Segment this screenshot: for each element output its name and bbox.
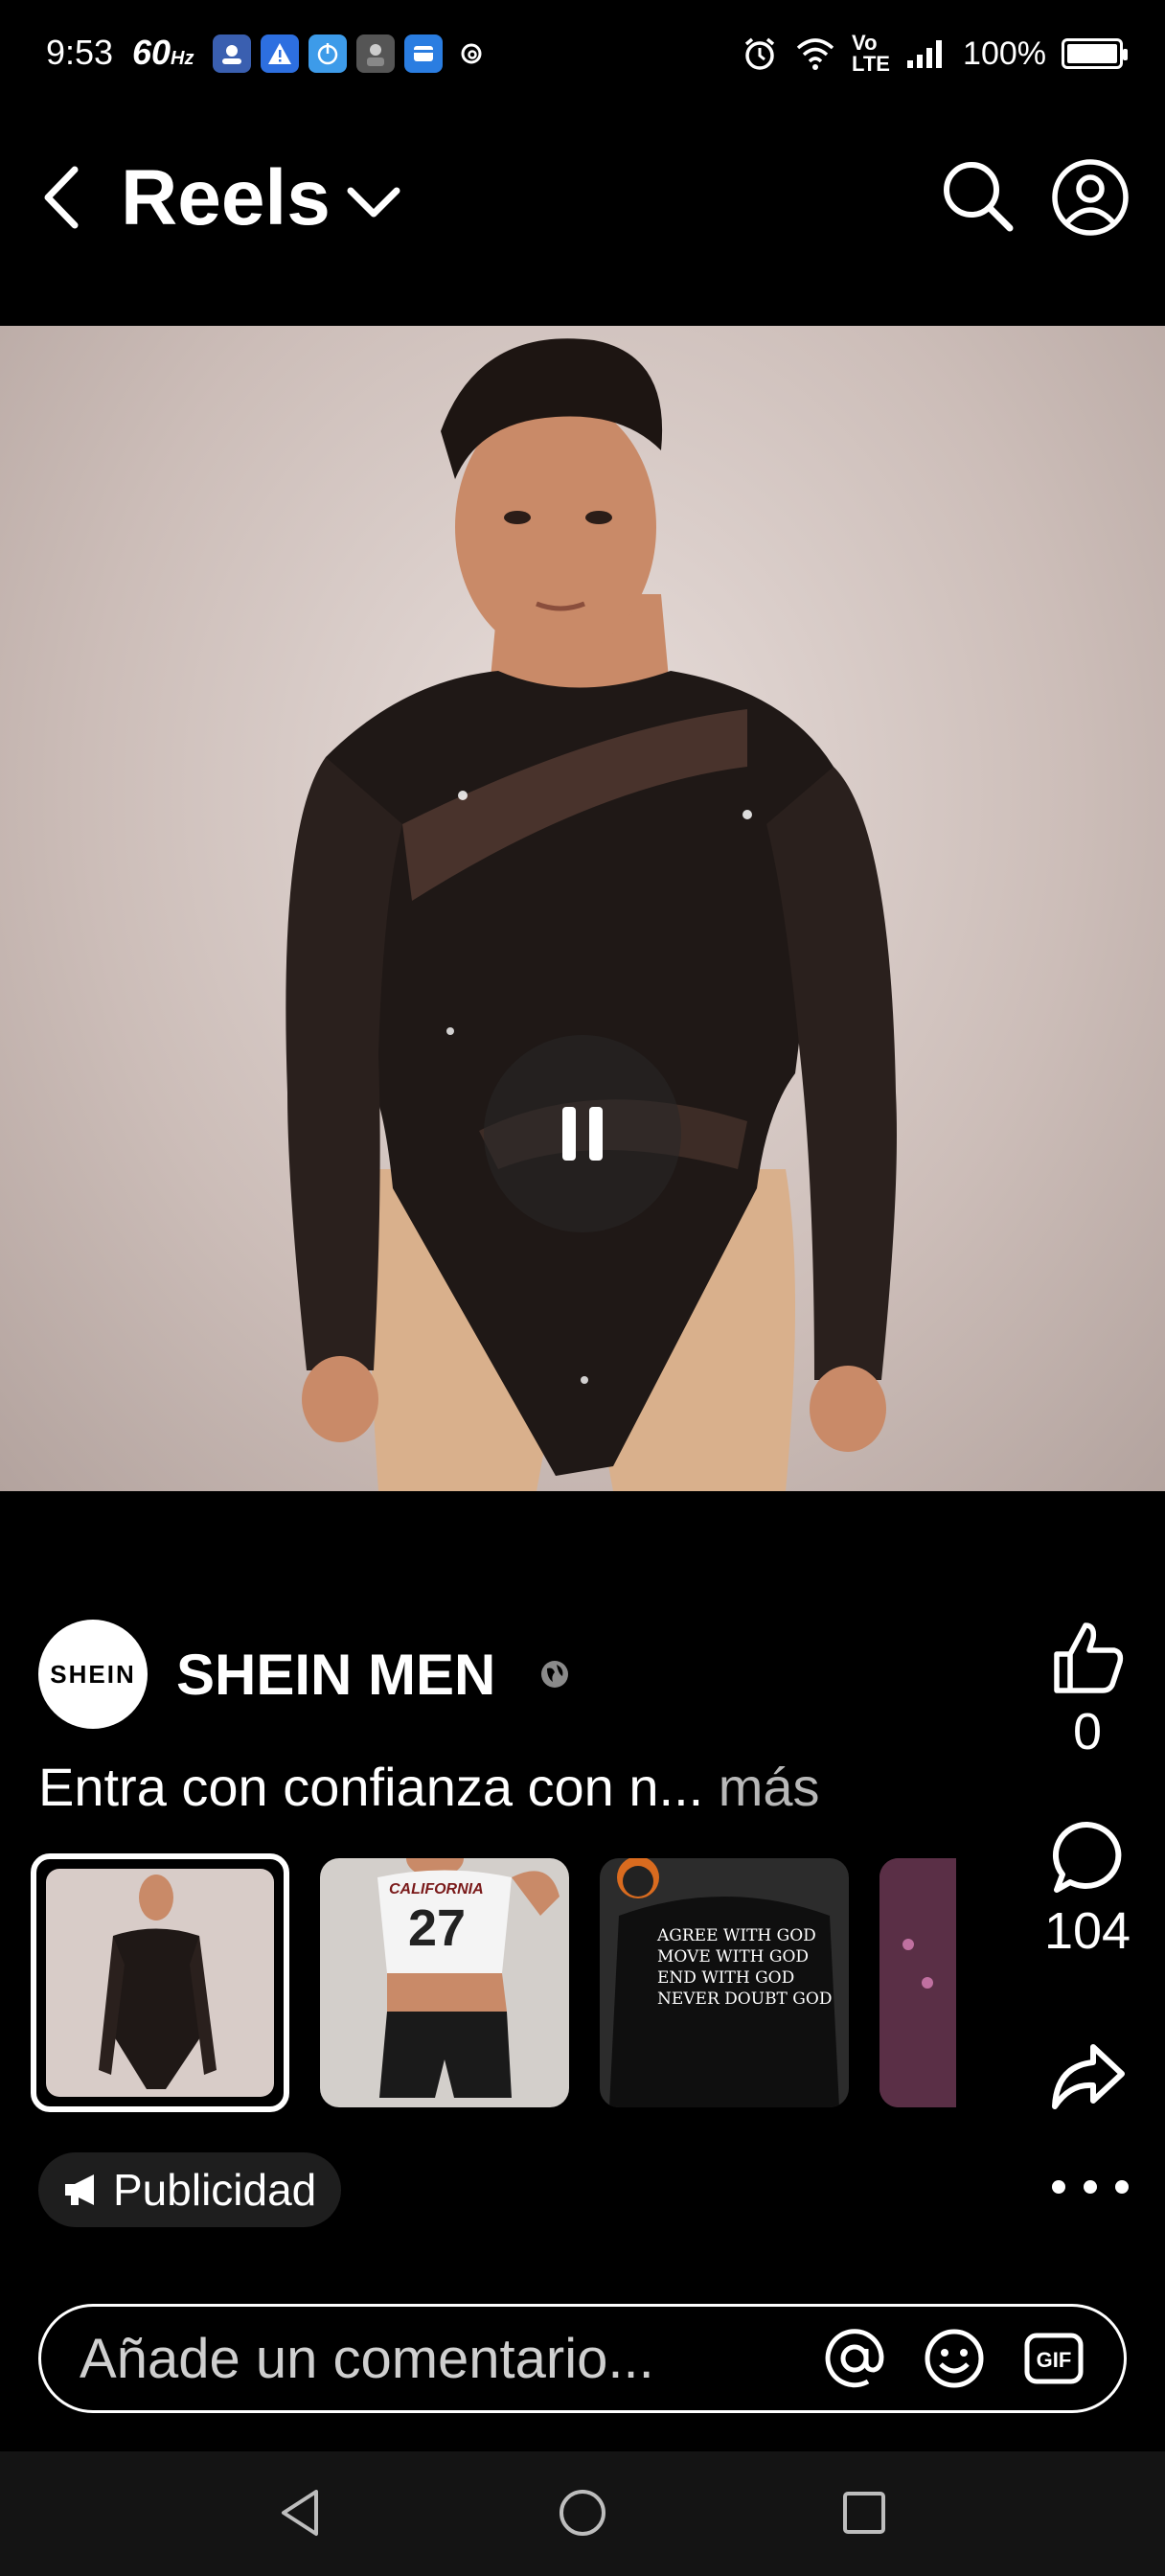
more-link[interactable]: más <box>719 1757 820 1817</box>
reels-header: Reels <box>0 134 1165 259</box>
comment-count: 104 <box>1043 1902 1131 1960</box>
product-thumbnail[interactable] <box>879 1858 956 2107</box>
emoji-icon <box>925 2329 984 2388</box>
ad-label: Publicidad <box>113 2165 317 2215</box>
thumbnail-image <box>46 1869 274 2097</box>
status-bar: 9:53 60Hz Vo LTE 100% <box>0 0 1165 105</box>
pause-button[interactable] <box>484 1035 681 1232</box>
dot <box>1084 2180 1097 2194</box>
battery-percent: 100% <box>963 34 1046 72</box>
nav-recents-icon[interactable] <box>835 2484 893 2542</box>
system-status: Vo LTE 100% <box>741 31 1128 76</box>
like-count: 0 <box>1072 1703 1103 1760</box>
alarm-icon <box>744 37 775 70</box>
pause-icon <box>562 1107 603 1161</box>
search-icon <box>944 162 1014 232</box>
notification-threads-icon <box>452 34 491 73</box>
product-thumbnail[interactable] <box>31 1853 289 2112</box>
globe-icon <box>541 1661 569 1688</box>
like-button[interactable]: 0 <box>1035 1620 1140 1761</box>
comment-placeholder[interactable]: Añade un comentario... <box>80 2327 787 2391</box>
model-image <box>286 338 897 1491</box>
thumbs-up-icon <box>1054 1622 1124 1693</box>
notification-call-icon <box>213 34 251 73</box>
wifi-icon <box>796 38 834 70</box>
jersey-number: 27 <box>408 1899 467 1957</box>
status-time: 9:53 <box>46 33 114 72</box>
avatar[interactable]: SHEIN <box>38 1620 148 1729</box>
ad-badge[interactable]: Publicidad <box>38 2152 342 2227</box>
signal-icon <box>907 40 943 68</box>
caption-text: Entra con confianza con n... <box>38 1757 704 1817</box>
product-thumbnail[interactable]: AGREE WITH GOD MOVE WITH GOD END WITH GO… <box>600 1858 849 2107</box>
reels-title-dropdown[interactable]: Reels <box>121 153 407 243</box>
reel-video[interactable] <box>0 326 1165 1491</box>
svg-text:GIF: GIF <box>1037 2348 1072 2372</box>
gif-icon: GIF <box>1024 2333 1084 2384</box>
comment-icon <box>1052 1821 1122 1893</box>
back-arrow-icon <box>44 166 79 229</box>
comment-input[interactable]: Añade un comentario... GIF <box>38 2304 1127 2413</box>
gif-button[interactable]: GIF <box>1022 2327 1085 2390</box>
back-button[interactable] <box>34 159 88 236</box>
post-caption[interactable]: Entra con confianza con n... más <box>38 1756 820 1818</box>
notification-alert-icon <box>261 34 299 73</box>
refresh-rate: 60Hz <box>132 33 194 72</box>
hoodie-print: AGREE WITH GOD MOVE WITH GOD END WITH GO… <box>657 1926 833 2009</box>
profile-icon <box>1052 159 1129 236</box>
product-thumbnails: CALIFORNIA 27 AGREE WITH GOD MOVE WITH G… <box>31 1853 956 2112</box>
share-button[interactable] <box>1035 2037 1140 2114</box>
megaphone-icon <box>65 2174 94 2205</box>
thumbnail-image: AGREE WITH GOD MOVE WITH GOD END WITH GO… <box>600 1858 849 2107</box>
author-name[interactable]: SHEIN MEN <box>176 1642 495 1708</box>
nav-home-icon[interactable] <box>554 2484 611 2542</box>
more-options-button[interactable] <box>1052 2166 1129 2208</box>
at-icon <box>825 2329 884 2388</box>
dot <box>1052 2180 1065 2194</box>
dot <box>1115 2180 1129 2194</box>
comment-button[interactable]: 104 <box>1035 1819 1140 1961</box>
share-icon <box>1052 2044 1125 2109</box>
chevron-down-icon <box>340 169 407 236</box>
nav-back-icon[interactable] <box>274 2484 331 2542</box>
notification-message-icon <box>404 34 443 73</box>
system-nav-bar <box>0 2451 1165 2576</box>
battery-icon <box>1062 38 1128 69</box>
notification-icons <box>213 34 491 73</box>
page-title: Reels <box>121 154 331 242</box>
post-author[interactable]: SHEIN SHEIN MEN <box>38 1620 570 1729</box>
search-button[interactable] <box>939 157 1016 234</box>
thumbnail-image: CALIFORNIA 27 <box>320 1858 569 2107</box>
mention-button[interactable] <box>823 2327 886 2390</box>
network-type: Vo LTE <box>852 31 890 76</box>
profile-button[interactable] <box>1050 157 1131 238</box>
notification-photo-icon <box>356 34 395 73</box>
product-thumbnail[interactable]: CALIFORNIA 27 <box>320 1858 569 2107</box>
notification-power-icon <box>308 34 347 73</box>
emoji-button[interactable] <box>923 2327 986 2390</box>
jersey-text: CALIFORNIA <box>389 1881 484 1898</box>
thumbnail-image <box>879 1858 956 2107</box>
